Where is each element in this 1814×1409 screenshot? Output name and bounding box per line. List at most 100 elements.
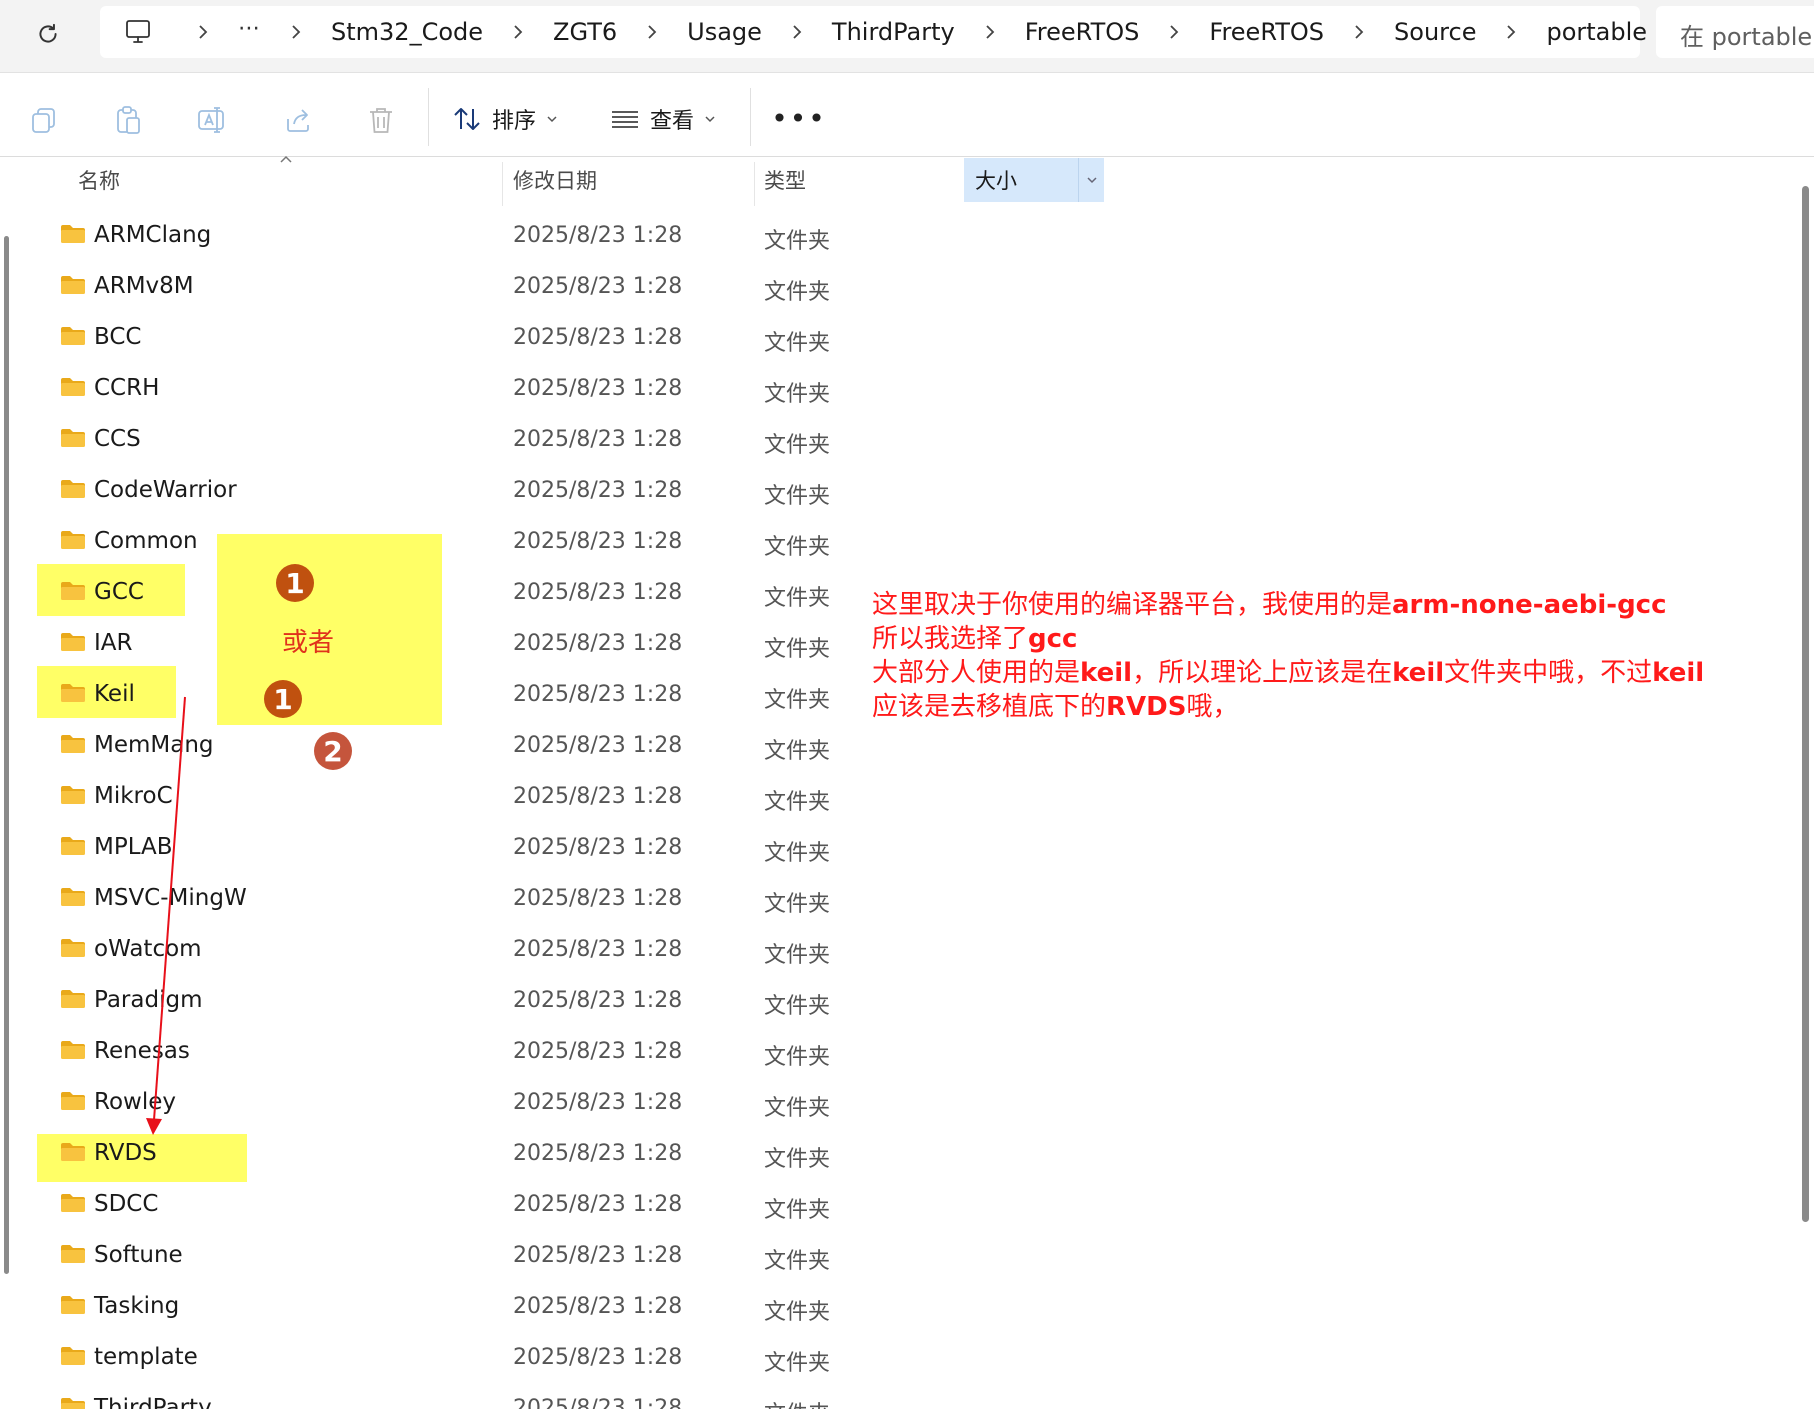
list-item[interactable]: MSVC-MingW 2025/8/23 1:28 文件夹 xyxy=(0,873,1000,924)
note-emphasis: arm-none-aebi-gcc xyxy=(1392,590,1667,620)
file-type: 文件夹 xyxy=(764,943,831,968)
column-divider[interactable] xyxy=(754,162,755,206)
list-item-rvds[interactable]: RVDS 2025/8/23 1:28 文件夹 xyxy=(0,1128,1000,1179)
copy-button[interactable] xyxy=(24,100,64,140)
file-type: 文件夹 xyxy=(764,1249,831,1274)
file-name: ThirdParty xyxy=(94,1395,212,1409)
file-name: CCRH xyxy=(94,375,160,401)
file-type: 文件夹 xyxy=(764,331,831,356)
list-item[interactable]: CCRH 2025/8/23 1:28 文件夹 xyxy=(0,363,1000,414)
column-header-name[interactable]: 名称 xyxy=(78,158,120,202)
breadcrumb-item[interactable]: ZGT6 xyxy=(553,18,617,46)
list-item[interactable]: Paradigm 2025/8/23 1:28 文件夹 xyxy=(0,975,1000,1026)
chevron-right-icon[interactable] xyxy=(1498,19,1524,45)
note-text: 应该是去移植底下的 xyxy=(872,692,1107,722)
file-date: 2025/8/23 1:28 xyxy=(513,733,683,758)
breadcrumb-item[interactable]: Stm32_Code xyxy=(331,18,483,46)
note-text: 所以我选择了 xyxy=(872,624,1029,654)
chevron-right-icon[interactable] xyxy=(283,19,309,45)
sort-label: 排序 xyxy=(492,109,537,134)
breadcrumb-item[interactable]: Source xyxy=(1394,18,1476,46)
chevron-right-icon[interactable] xyxy=(505,19,531,45)
list-item[interactable]: template 2025/8/23 1:28 文件夹 xyxy=(0,1332,1000,1383)
list-item[interactable]: Tasking 2025/8/23 1:28 文件夹 xyxy=(0,1281,1000,1332)
file-date: 2025/8/23 1:28 xyxy=(513,937,683,962)
list-item[interactable]: Common 2025/8/23 1:28 文件夹 xyxy=(0,516,1000,567)
column-filter-button[interactable] xyxy=(1078,158,1105,202)
list-item[interactable]: BCC 2025/8/23 1:28 文件夹 xyxy=(0,312,1000,363)
column-header-date[interactable]: 修改日期 xyxy=(513,158,597,202)
folder-icon xyxy=(61,735,85,753)
toolbar-divider xyxy=(428,88,429,146)
chevron-right-icon[interactable] xyxy=(784,19,810,45)
search-input[interactable]: 在 portable 中搜索 xyxy=(1680,17,1814,52)
breadcrumb-item[interactable]: Usage xyxy=(687,18,762,46)
delete-button[interactable] xyxy=(361,100,401,140)
breadcrumb: ⋯ Stm32_Code ZGT6 Usage ThirdParty FreeR… xyxy=(168,6,1717,58)
view-button[interactable]: 查看 xyxy=(610,94,716,144)
chevron-right-icon[interactable] xyxy=(639,19,665,45)
list-item-partial[interactable]: ThirdParty 2025/8/23 1:28 文件夹 xyxy=(0,1383,1000,1409)
file-type: 文件夹 xyxy=(764,382,831,407)
note-emphasis: keil xyxy=(1080,658,1133,688)
list-item[interactable]: Rowley 2025/8/23 1:28 文件夹 xyxy=(0,1077,1000,1128)
breadcrumb-item[interactable]: FreeRTOS xyxy=(1209,18,1324,46)
more-options-button[interactable]: ••• xyxy=(771,98,825,138)
rename-button[interactable] xyxy=(192,100,232,140)
list-item[interactable]: Renesas 2025/8/23 1:28 文件夹 xyxy=(0,1026,1000,1077)
note-text: 大部分人使用的是 xyxy=(872,658,1081,688)
list-view-icon xyxy=(612,111,638,128)
file-type: 文件夹 xyxy=(764,1300,831,1325)
share-button[interactable] xyxy=(278,100,318,140)
list-item[interactable]: SDCC 2025/8/23 1:28 文件夹 xyxy=(0,1179,1000,1230)
list-item-keil[interactable]: Keil 2025/8/23 1:28 文件夹 xyxy=(0,669,1000,720)
refresh-button[interactable] xyxy=(28,14,68,54)
column-header-type[interactable]: 类型 xyxy=(764,158,806,202)
chevron-right-icon[interactable] xyxy=(1161,19,1187,45)
file-name: IAR xyxy=(94,630,133,656)
breadcrumb-overflow-button[interactable]: ⋯ xyxy=(238,16,261,41)
list-item[interactable]: MemMang 2025/8/23 1:28 文件夹 xyxy=(0,720,1000,771)
copy-icon xyxy=(32,108,55,133)
chevron-right-icon[interactable] xyxy=(977,19,1003,45)
list-item[interactable]: IAR 2025/8/23 1:28 文件夹 xyxy=(0,618,1000,669)
file-date: 2025/8/23 1:28 xyxy=(513,682,683,707)
list-item[interactable]: ARMClang 2025/8/23 1:28 文件夹 xyxy=(0,210,1000,261)
breadcrumb-item[interactable]: ThirdParty xyxy=(832,18,955,46)
folder-icon xyxy=(61,684,85,702)
file-name: Renesas xyxy=(94,1038,190,1064)
note-text: ，所以理论上应该是在 xyxy=(1132,658,1393,688)
note-text: 哦， xyxy=(1186,692,1239,722)
sort-button[interactable]: 排序 xyxy=(452,94,558,144)
column-divider[interactable] xyxy=(502,162,503,206)
folder-icon xyxy=(61,1041,85,1059)
file-date: 2025/8/23 1:28 xyxy=(513,1243,683,1268)
list-item-gcc[interactable]: GCC 2025/8/23 1:28 文件夹 xyxy=(0,567,1000,618)
list-item[interactable]: MikroC 2025/8/23 1:28 文件夹 xyxy=(0,771,1000,822)
list-item[interactable]: Softune 2025/8/23 1:28 文件夹 xyxy=(0,1230,1000,1281)
list-item[interactable]: ARMv8M 2025/8/23 1:28 文件夹 xyxy=(0,261,1000,312)
file-date: 2025/8/23 1:28 xyxy=(513,886,683,911)
file-list-scrollbar[interactable] xyxy=(1802,186,1809,1222)
chevron-right-icon[interactable] xyxy=(1346,19,1372,45)
file-type: 文件夹 xyxy=(764,1198,831,1223)
folder-icon xyxy=(61,1398,85,1409)
list-item[interactable]: oWatcom 2025/8/23 1:28 文件夹 xyxy=(0,924,1000,975)
file-type: 文件夹 xyxy=(764,586,831,611)
list-item[interactable]: MPLAB 2025/8/23 1:28 文件夹 xyxy=(0,822,1000,873)
breadcrumb-item[interactable]: FreeRTOS xyxy=(1025,18,1140,46)
paste-button[interactable] xyxy=(108,100,148,140)
note-emphasis: RVDS xyxy=(1106,692,1187,722)
folder-icon xyxy=(61,837,85,855)
file-name: Rowley xyxy=(94,1089,176,1115)
file-name: CCS xyxy=(94,426,141,452)
share-icon xyxy=(287,109,309,132)
file-type: 文件夹 xyxy=(764,535,831,560)
list-item[interactable]: CCS 2025/8/23 1:28 文件夹 xyxy=(0,414,1000,465)
this-pc-button[interactable] xyxy=(118,14,158,50)
step-badge-2: 2 xyxy=(314,732,352,770)
note-line-2: 所以我选择了gcc xyxy=(872,622,1792,656)
trash-icon xyxy=(370,108,392,133)
breadcrumb-item-current[interactable]: portable xyxy=(1546,18,1647,46)
list-item[interactable]: CodeWarrior 2025/8/23 1:28 文件夹 xyxy=(0,465,1000,516)
